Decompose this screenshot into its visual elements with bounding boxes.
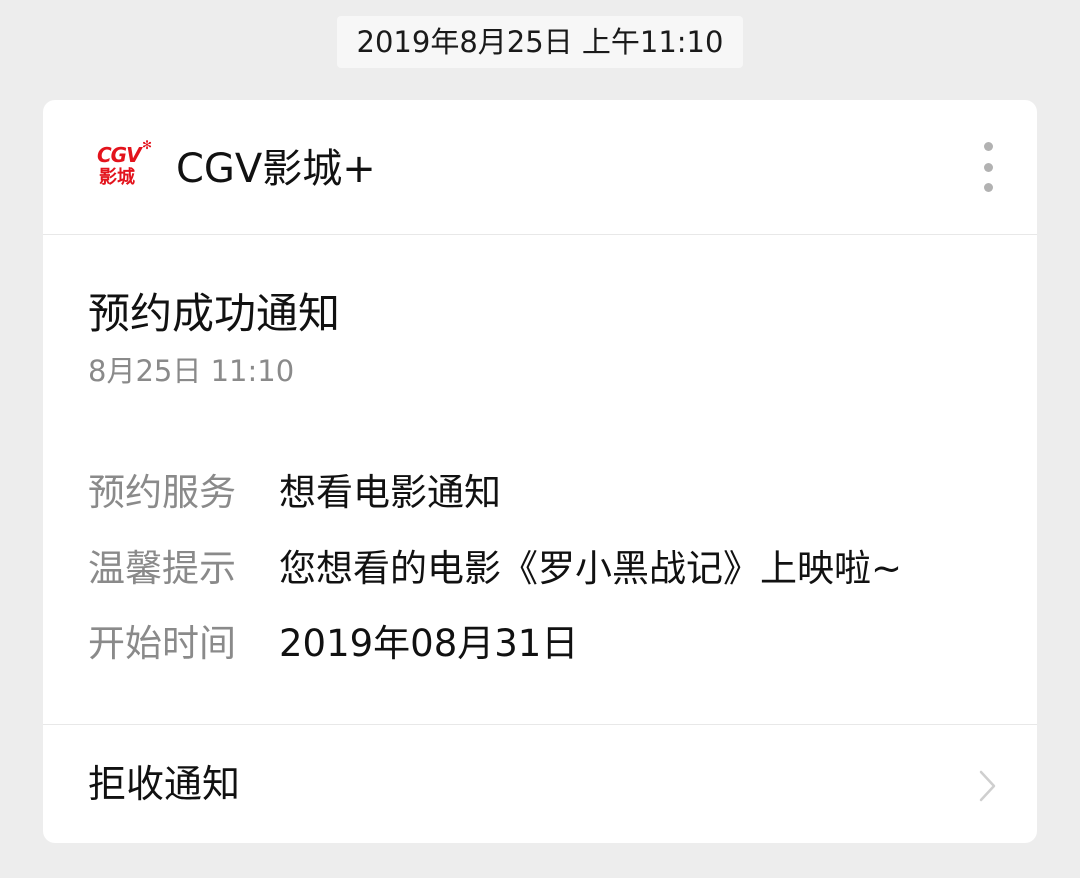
field-value: 2019年08月31日 <box>279 622 579 665</box>
notification-time: 8月25日 11:10 <box>88 354 295 388</box>
field-label: 温馨提示 <box>88 547 236 590</box>
field-label: 开始时间 <box>88 622 236 665</box>
reject-notification-button[interactable]: 拒收通知 <box>43 724 1037 843</box>
field-value: 想看电影通知 <box>279 471 501 514</box>
logo-star-icon: ✻ <box>142 138 153 152</box>
notification-card[interactable]: CGV ✻ 影城 CGV影城+ 预约成功通知 8月25日 11:10 预约服务 … <box>43 100 1037 843</box>
account-name[interactable]: CGV影城+ <box>176 140 376 198</box>
field-value: 您想看的电影《罗小黑战记》上映啦~ <box>279 547 903 590</box>
card-header: CGV ✻ 影城 CGV影城+ <box>43 100 1037 235</box>
more-vertical-icon[interactable] <box>973 138 1003 198</box>
logo-brand-top: CGV <box>97 143 142 167</box>
logo-brand-bottom: 影城 <box>99 167 135 188</box>
notification-title: 预约成功通知 <box>88 289 341 338</box>
chat-timestamp: 2019年8月25日 上午11:10 <box>337 16 743 68</box>
cgv-logo: CGV ✻ 影城 <box>95 139 155 193</box>
field-label: 预约服务 <box>88 471 236 514</box>
chevron-right-icon <box>979 770 996 802</box>
reject-notification-label: 拒收通知 <box>88 762 241 806</box>
